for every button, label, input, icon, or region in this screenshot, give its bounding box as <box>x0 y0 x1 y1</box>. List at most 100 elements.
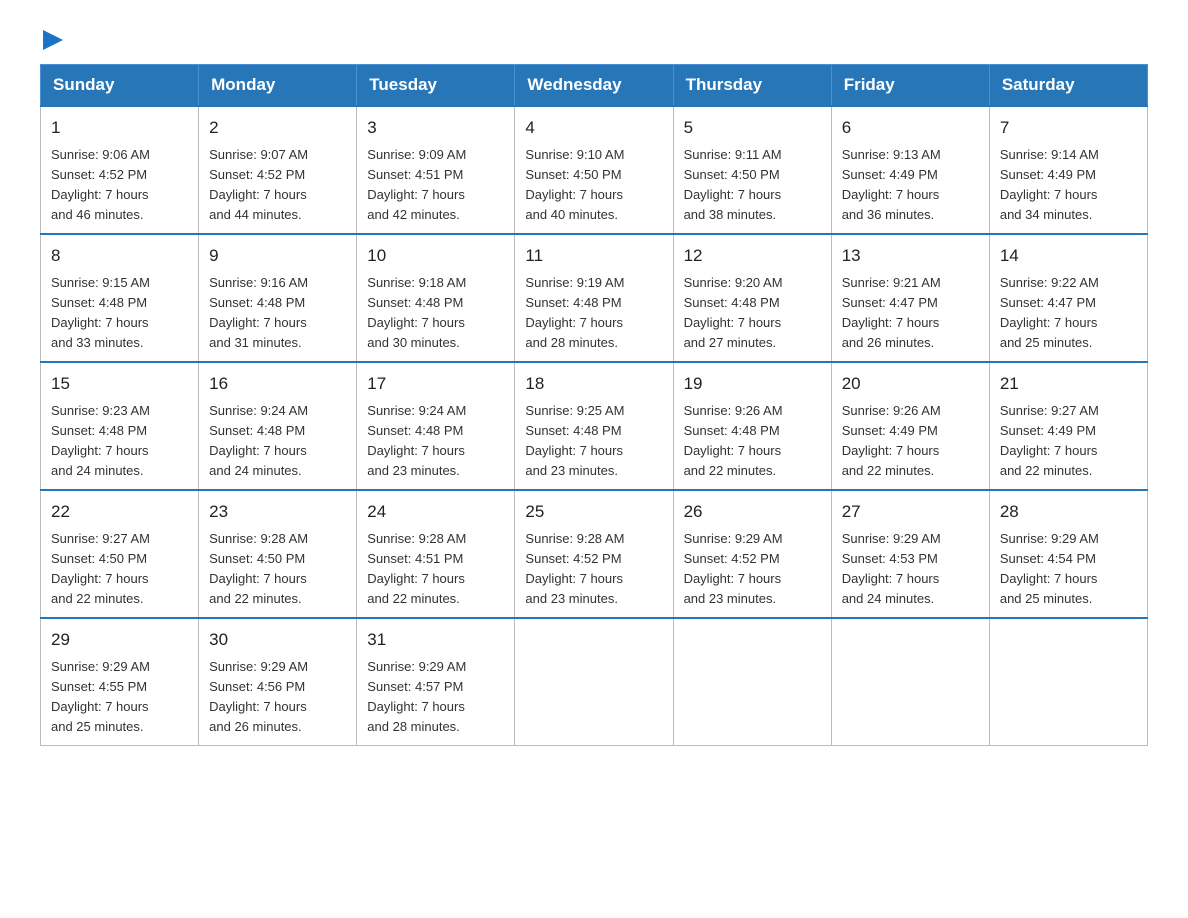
day-number: 19 <box>684 371 821 397</box>
day-number: 16 <box>209 371 346 397</box>
day-cell: 12 Sunrise: 9:20 AMSunset: 4:48 PMDayligh… <box>673 234 831 362</box>
week-row-3: 15 Sunrise: 9:23 AMSunset: 4:48 PMDayligh… <box>41 362 1148 490</box>
day-info: Sunrise: 9:25 AMSunset: 4:48 PMDaylight:… <box>525 401 662 482</box>
day-cell: 2 Sunrise: 9:07 AMSunset: 4:52 PMDaylight… <box>199 106 357 234</box>
day-number: 21 <box>1000 371 1137 397</box>
calendar-body: 1 Sunrise: 9:06 AMSunset: 4:52 PMDaylight… <box>41 106 1148 746</box>
day-number: 15 <box>51 371 188 397</box>
day-cell <box>515 618 673 746</box>
day-number: 30 <box>209 627 346 653</box>
day-info: Sunrise: 9:07 AMSunset: 4:52 PMDaylight:… <box>209 145 346 226</box>
day-cell: 19 Sunrise: 9:26 AMSunset: 4:48 PMDayligh… <box>673 362 831 490</box>
day-number: 28 <box>1000 499 1137 525</box>
day-info: Sunrise: 9:29 AMSunset: 4:57 PMDaylight:… <box>367 657 504 738</box>
day-info: Sunrise: 9:14 AMSunset: 4:49 PMDaylight:… <box>1000 145 1137 226</box>
day-number: 17 <box>367 371 504 397</box>
day-cell: 24 Sunrise: 9:28 AMSunset: 4:51 PMDayligh… <box>357 490 515 618</box>
day-cell <box>673 618 831 746</box>
day-number: 5 <box>684 115 821 141</box>
day-cell: 8 Sunrise: 9:15 AMSunset: 4:48 PMDaylight… <box>41 234 199 362</box>
day-number: 1 <box>51 115 188 141</box>
day-number: 22 <box>51 499 188 525</box>
day-info: Sunrise: 9:15 AMSunset: 4:48 PMDaylight:… <box>51 273 188 354</box>
day-cell: 5 Sunrise: 9:11 AMSunset: 4:50 PMDaylight… <box>673 106 831 234</box>
day-info: Sunrise: 9:26 AMSunset: 4:48 PMDaylight:… <box>684 401 821 482</box>
week-row-4: 22 Sunrise: 9:27 AMSunset: 4:50 PMDayligh… <box>41 490 1148 618</box>
day-number: 8 <box>51 243 188 269</box>
day-info: Sunrise: 9:26 AMSunset: 4:49 PMDaylight:… <box>842 401 979 482</box>
day-cell: 23Sunrise: 9:28 AMSunset: 4:50 PMDayligh… <box>199 490 357 618</box>
day-info: Sunrise: 9:28 AMSunset: 4:51 PMDaylight:… <box>367 529 504 610</box>
day-info: Sunrise: 9:22 AMSunset: 4:47 PMDaylight:… <box>1000 273 1137 354</box>
day-info: Sunrise: 9:29 AMSunset: 4:52 PMDaylight:… <box>684 529 821 610</box>
day-info: Sunrise: 9:16 AMSunset: 4:48 PMDaylight:… <box>209 273 346 354</box>
logo-line1 <box>40 30 63 50</box>
logo <box>40 30 63 44</box>
header-cell-friday: Friday <box>831 65 989 107</box>
day-info: Sunrise: 9:28 AMSunset: 4:50 PMDaylight:… <box>209 529 346 610</box>
day-cell: 30 Sunrise: 9:29 AMSunset: 4:56 PMDayligh… <box>199 618 357 746</box>
day-number: 7 <box>1000 115 1137 141</box>
day-number: 2 <box>209 115 346 141</box>
header-cell-tuesday: Tuesday <box>357 65 515 107</box>
week-row-5: 29Sunrise: 9:29 AMSunset: 4:55 PMDayligh… <box>41 618 1148 746</box>
day-number: 18 <box>525 371 662 397</box>
day-cell: 28 Sunrise: 9:29 AMSunset: 4:54 PMDayligh… <box>989 490 1147 618</box>
day-number: 3 <box>367 115 504 141</box>
day-info: Sunrise: 9:23 AMSunset: 4:48 PMDaylight:… <box>51 401 188 482</box>
day-cell: 27Sunrise: 9:29 AMSunset: 4:53 PMDayligh… <box>831 490 989 618</box>
day-number: 29 <box>51 627 188 653</box>
logo-arrow-icon <box>43 30 63 50</box>
day-info: Sunrise: 9:11 AMSunset: 4:50 PMDaylight:… <box>684 145 821 226</box>
day-info: Sunrise: 9:20 AMSunset: 4:48 PMDaylight:… <box>684 273 821 354</box>
page-header <box>40 30 1148 44</box>
day-number: 4 <box>525 115 662 141</box>
day-info: Sunrise: 9:29 AMSunset: 4:54 PMDaylight:… <box>1000 529 1137 610</box>
day-number: 10 <box>367 243 504 269</box>
week-row-2: 8 Sunrise: 9:15 AMSunset: 4:48 PMDaylight… <box>41 234 1148 362</box>
day-cell: 17Sunrise: 9:24 AMSunset: 4:48 PMDayligh… <box>357 362 515 490</box>
day-number: 12 <box>684 243 821 269</box>
day-info: Sunrise: 9:24 AMSunset: 4:48 PMDaylight:… <box>209 401 346 482</box>
calendar-table: SundayMondayTuesdayWednesdayThursdayFrid… <box>40 64 1148 746</box>
day-number: 6 <box>842 115 979 141</box>
day-info: Sunrise: 9:27 AMSunset: 4:49 PMDaylight:… <box>1000 401 1137 482</box>
header-cell-wednesday: Wednesday <box>515 65 673 107</box>
day-cell: 31 Sunrise: 9:29 AMSunset: 4:57 PMDayligh… <box>357 618 515 746</box>
day-number: 20 <box>842 371 979 397</box>
day-info: Sunrise: 9:28 AMSunset: 4:52 PMDaylight:… <box>525 529 662 610</box>
day-number: 14 <box>1000 243 1137 269</box>
day-cell: 18 Sunrise: 9:25 AMSunset: 4:48 PMDayligh… <box>515 362 673 490</box>
day-cell: 22 Sunrise: 9:27 AMSunset: 4:50 PMDayligh… <box>41 490 199 618</box>
day-cell: 1 Sunrise: 9:06 AMSunset: 4:52 PMDaylight… <box>41 106 199 234</box>
day-cell: 25 Sunrise: 9:28 AMSunset: 4:52 PMDayligh… <box>515 490 673 618</box>
day-number: 31 <box>367 627 504 653</box>
day-info: Sunrise: 9:27 AMSunset: 4:50 PMDaylight:… <box>51 529 188 610</box>
day-info: Sunrise: 9:09 AMSunset: 4:51 PMDaylight:… <box>367 145 504 226</box>
day-cell: 15 Sunrise: 9:23 AMSunset: 4:48 PMDayligh… <box>41 362 199 490</box>
header-cell-sunday: Sunday <box>41 65 199 107</box>
day-info: Sunrise: 9:13 AMSunset: 4:49 PMDaylight:… <box>842 145 979 226</box>
day-cell: 13Sunrise: 9:21 AMSunset: 4:47 PMDayligh… <box>831 234 989 362</box>
day-info: Sunrise: 9:29 AMSunset: 4:56 PMDaylight:… <box>209 657 346 738</box>
day-cell: 3 Sunrise: 9:09 AMSunset: 4:51 PMDaylight… <box>357 106 515 234</box>
day-number: 26 <box>684 499 821 525</box>
day-cell: 14 Sunrise: 9:22 AMSunset: 4:47 PMDayligh… <box>989 234 1147 362</box>
day-number: 11 <box>525 243 662 269</box>
day-cell: 6 Sunrise: 9:13 AMSunset: 4:49 PMDaylight… <box>831 106 989 234</box>
day-number: 25 <box>525 499 662 525</box>
day-cell: 21 Sunrise: 9:27 AMSunset: 4:49 PMDayligh… <box>989 362 1147 490</box>
header-cell-saturday: Saturday <box>989 65 1147 107</box>
day-number: 24 <box>367 499 504 525</box>
day-info: Sunrise: 9:18 AMSunset: 4:48 PMDaylight:… <box>367 273 504 354</box>
day-info: Sunrise: 9:29 AMSunset: 4:53 PMDaylight:… <box>842 529 979 610</box>
day-cell: 26 Sunrise: 9:29 AMSunset: 4:52 PMDayligh… <box>673 490 831 618</box>
day-info: Sunrise: 9:19 AMSunset: 4:48 PMDaylight:… <box>525 273 662 354</box>
day-info: Sunrise: 9:06 AMSunset: 4:52 PMDaylight:… <box>51 145 188 226</box>
day-cell: 7 Sunrise: 9:14 AMSunset: 4:49 PMDaylight… <box>989 106 1147 234</box>
day-info: Sunrise: 9:10 AMSunset: 4:50 PMDaylight:… <box>525 145 662 226</box>
day-cell: 4 Sunrise: 9:10 AMSunset: 4:50 PMDaylight… <box>515 106 673 234</box>
day-cell: 16 Sunrise: 9:24 AMSunset: 4:48 PMDayligh… <box>199 362 357 490</box>
day-number: 13 <box>842 243 979 269</box>
header-row: SundayMondayTuesdayWednesdayThursdayFrid… <box>41 65 1148 107</box>
